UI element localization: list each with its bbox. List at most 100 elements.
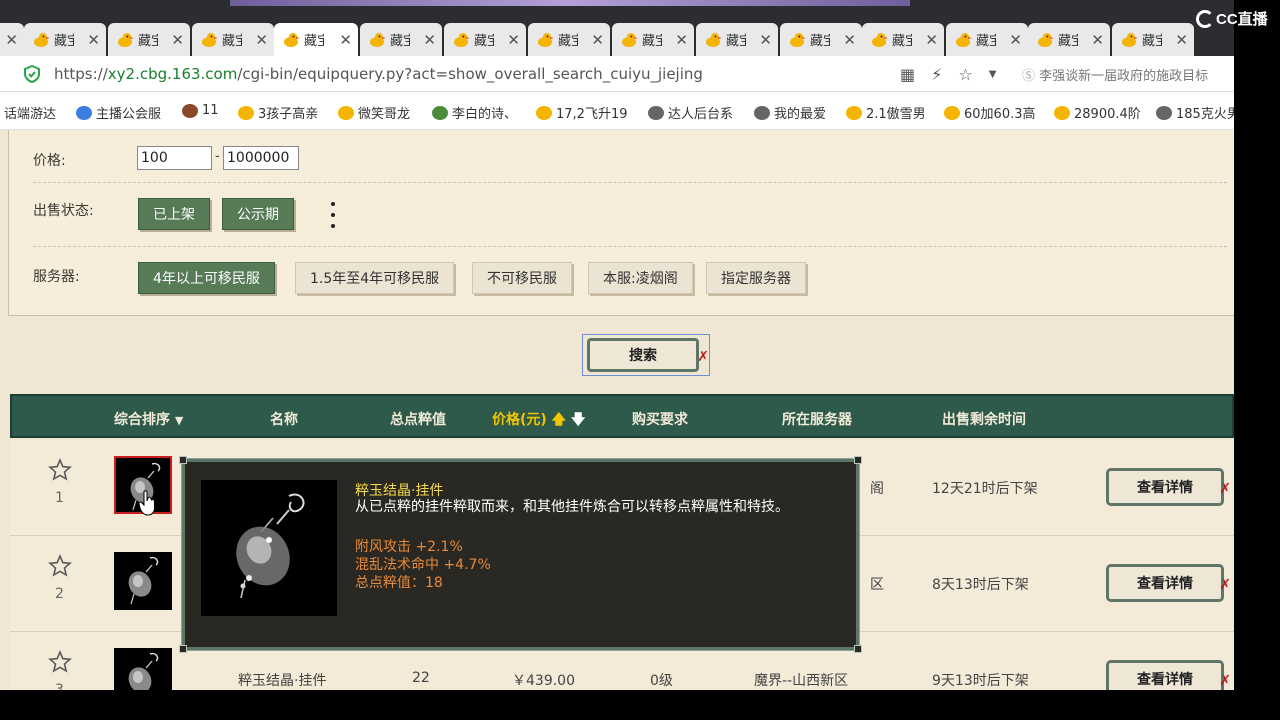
bookmark-item[interactable]: 主播公会服: [76, 103, 161, 122]
view-detail-button[interactable]: 查看详情 ✗: [1106, 468, 1231, 506]
close-icon[interactable]: ✕: [507, 31, 520, 49]
cell-req: 0级: [650, 673, 673, 689]
bookmark-favicon-icon: [944, 105, 960, 120]
arrow-up-icon[interactable]: 🡅: [552, 412, 566, 428]
header-requirement: 购买要求: [632, 412, 688, 428]
close-icon[interactable]: ✕: [925, 31, 938, 49]
bookmark-item[interactable]: 达人后台系: [648, 103, 733, 122]
bookmark-item[interactable]: 李白的诗、: [432, 103, 517, 122]
browser-tab[interactable]: 藏宝✕: [946, 23, 1028, 56]
browser-tab[interactable]: 藏宝✕: [528, 23, 610, 56]
bookmark-item[interactable]: 60加60.3高: [944, 103, 1036, 122]
browser-tab[interactable]: 藏宝 ✕: [862, 23, 944, 56]
view-detail-button[interactable]: 查看详情 ✗: [1106, 660, 1231, 690]
tab-title: 藏宝: [810, 34, 830, 49]
bookmark-favicon-icon: [76, 105, 92, 120]
browser-tab[interactable]: 藏宝✕: [1028, 23, 1110, 56]
bookmark-item[interactable]: 11: [182, 103, 219, 118]
item-thumbnail[interactable]: [114, 648, 172, 690]
chick-favicon-icon: [1120, 32, 1138, 48]
price-max-input[interactable]: [223, 146, 299, 170]
browser-tab[interactable]: 藏宝 ✕: [696, 23, 778, 56]
chevron-down-icon[interactable]: ▼: [989, 65, 997, 84]
cell-server: 区: [870, 577, 884, 593]
server-current-button[interactable]: 本服:凌烟阁: [588, 262, 693, 294]
close-icon[interactable]: ✕: [423, 31, 436, 49]
cell-time: 9天13时后下架: [932, 673, 1029, 689]
header-points[interactable]: 总点粹值: [390, 409, 446, 429]
item-thumbnail[interactable]: [114, 552, 172, 610]
url-host: xy2.cbg.163.com: [107, 65, 238, 83]
close-icon[interactable]: ✕: [87, 31, 100, 49]
view-detail-button[interactable]: 查看详情 ✗: [1106, 564, 1231, 602]
bookmark-favicon-icon: [1054, 105, 1070, 120]
close-icon[interactable]: ✕: [5, 31, 18, 49]
star-outline-icon[interactable]: [48, 650, 72, 674]
browser-window: 藏宝 ✕ 藏宝 ✕ 藏宝 ✕ 藏宝 ✕ 藏宝 ✕ 藏宝 ✕ 藏宝 ✕ 藏宝 ✕ 藏宝 ✕ 藏宝 ✕ 藏宝 ✕ 藏宝 ✕ 藏宝 ✕ 藏…: [0, 0, 1234, 690]
browser-tab[interactable]: 藏宝✕: [612, 23, 694, 56]
tab-title: 藏宝: [892, 34, 912, 49]
bookmark-item[interactable]: 我的最爱: [754, 103, 826, 122]
star-outline-icon[interactable]: [48, 554, 72, 578]
browser-tab[interactable]: 藏宝✕: [0, 23, 24, 56]
close-icon[interactable]: ✕: [255, 31, 268, 49]
close-icon[interactable]: ✕: [1009, 31, 1022, 49]
bookmark-item[interactable]: 微笑哥龙: [338, 103, 410, 122]
more-options-icon[interactable]: [329, 202, 337, 228]
tab-title: 藏宝: [726, 34, 746, 49]
news-ticker[interactable]: Ⓢ 李强谈新一届政府的施政目标: [1022, 65, 1232, 84]
bookmark-item[interactable]: 28900.4阶: [1054, 103, 1141, 122]
server-no-migrate-button[interactable]: 不可移民服: [472, 262, 572, 294]
browser-tab[interactable]: 藏宝✕: [444, 23, 526, 56]
server-label: 服务器:: [33, 269, 80, 285]
browser-tab[interactable]: 藏宝✕: [24, 23, 106, 56]
close-icon[interactable]: ✕: [1091, 31, 1104, 49]
browser-tab[interactable]: 藏宝✕: [192, 23, 274, 56]
bookmark-item[interactable]: 185克火男: [1156, 103, 1234, 122]
header-name: 名称: [270, 412, 298, 428]
close-icon[interactable]: ✕: [591, 31, 604, 49]
browser-tab[interactable]: 藏宝✕: [1112, 23, 1194, 56]
star-outline-icon[interactable]: [48, 458, 72, 482]
bookmark-item[interactable]: 17,2飞升19: [536, 103, 628, 122]
close-icon[interactable]: ✕: [759, 31, 772, 49]
browser-tab[interactable]: 藏宝✕: [274, 23, 358, 56]
sort-price[interactable]: 价格(元) 🡅 🡇: [492, 409, 585, 433]
status-listed-button[interactable]: 已上架: [138, 198, 210, 230]
bookmark-item[interactable]: 2.1傲雪男: [846, 103, 926, 122]
close-icon[interactable]: ✕: [171, 31, 184, 49]
close-icon[interactable]: ✕: [675, 31, 688, 49]
address-bar[interactable]: https://xy2.cbg.163.com/cgi-bin/equipque…: [0, 56, 1234, 92]
close-icon[interactable]: ✕: [1175, 31, 1188, 49]
browser-tab[interactable]: 藏宝✕: [108, 23, 190, 56]
close-icon[interactable]: ✕: [339, 31, 352, 49]
star-bookmark-icon[interactable]: ☆: [958, 65, 972, 84]
close-icon[interactable]: ✕: [843, 31, 856, 49]
grid-icon[interactable]: ▦: [900, 65, 915, 84]
bookmark-label: 李白的诗、: [452, 107, 518, 122]
ribbon-icon: ✗: [1219, 481, 1231, 497]
bookmark-item[interactable]: 话端游达: [4, 103, 56, 122]
tooltip-description: 从已点粹的挂件粹取而来，和其他挂件炼合可以转移点粹属性和特技。: [355, 499, 789, 515]
browser-tab[interactable]: 藏宝✕: [360, 23, 442, 56]
url-text[interactable]: https://xy2.cbg.163.com/cgi-bin/equipque…: [54, 65, 703, 83]
server-specify-button[interactable]: 指定服务器: [706, 262, 806, 294]
header-label: 价格(元): [492, 412, 547, 428]
browser-tab[interactable]: 藏宝 ✕: [780, 23, 862, 56]
server-1to4year-button[interactable]: 1.5年至4年可移民服: [295, 262, 455, 294]
lightning-icon[interactable]: ⚡: [931, 65, 942, 84]
arrow-down-icon[interactable]: 🡇: [571, 412, 585, 428]
server-4year-button[interactable]: 4年以上可移民服: [138, 262, 275, 294]
url-scheme: https://: [54, 65, 108, 83]
search-button[interactable]: 搜索: [587, 338, 699, 372]
price-min-input[interactable]: [137, 146, 212, 170]
cell-points: 22: [412, 670, 430, 686]
screen-frame: 藏宝 ✕ 藏宝 ✕ 藏宝 ✕ 藏宝 ✕ 藏宝 ✕ 藏宝 ✕ 藏宝 ✕ 藏宝 ✕ 藏宝 ✕ 藏宝 ✕ 藏宝 ✕ 藏宝 ✕ 藏宝 ✕ 藏…: [0, 0, 1280, 720]
bookmark-item[interactable]: 3孩子高亲: [238, 103, 318, 122]
sort-overall[interactable]: 综合排序 ▼: [114, 409, 183, 429]
tooltip-corner: [179, 456, 187, 464]
tooltip-attr: 总点粹值：18: [355, 575, 443, 591]
bookmark-label: 3孩子高亲: [258, 107, 319, 122]
tooltip-corner: [179, 645, 187, 653]
status-preview-button[interactable]: 公示期: [222, 198, 294, 230]
